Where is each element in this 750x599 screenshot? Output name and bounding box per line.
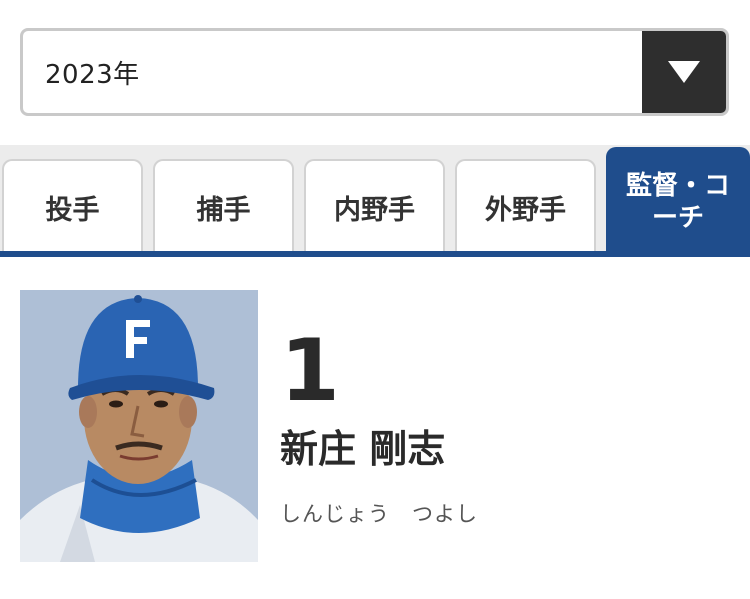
tab-outfielders-label: 外野手 — [485, 194, 566, 226]
tab-pitchers-label: 投手 — [45, 194, 100, 226]
tab-catchers-label: 捕手 — [196, 194, 251, 226]
tab-manager-coaches-label: 監督・コーチ — [625, 170, 730, 234]
player-photo — [20, 290, 258, 562]
year-select-value: 2023年 — [45, 59, 140, 90]
player-number: 1 — [280, 321, 340, 421]
player-name: 新庄 剛志 — [280, 427, 446, 471]
tab-manager-coaches[interactable]: 監督・コーチ — [606, 147, 750, 255]
year-select[interactable]: 2023年 — [20, 28, 729, 116]
tab-underline — [0, 251, 750, 257]
triangle-down-icon — [668, 61, 700, 83]
player-name-reading: しんじょう つよし — [280, 502, 478, 526]
year-select-button[interactable] — [642, 31, 726, 113]
player-portrait-image — [20, 290, 258, 562]
tab-infielders[interactable]: 内野手 — [304, 159, 445, 253]
tab-infielders-label: 内野手 — [334, 194, 415, 226]
tab-catchers[interactable]: 捕手 — [153, 159, 294, 253]
tab-outfielders[interactable]: 外野手 — [455, 159, 596, 253]
tab-pitchers[interactable]: 投手 — [2, 159, 143, 253]
